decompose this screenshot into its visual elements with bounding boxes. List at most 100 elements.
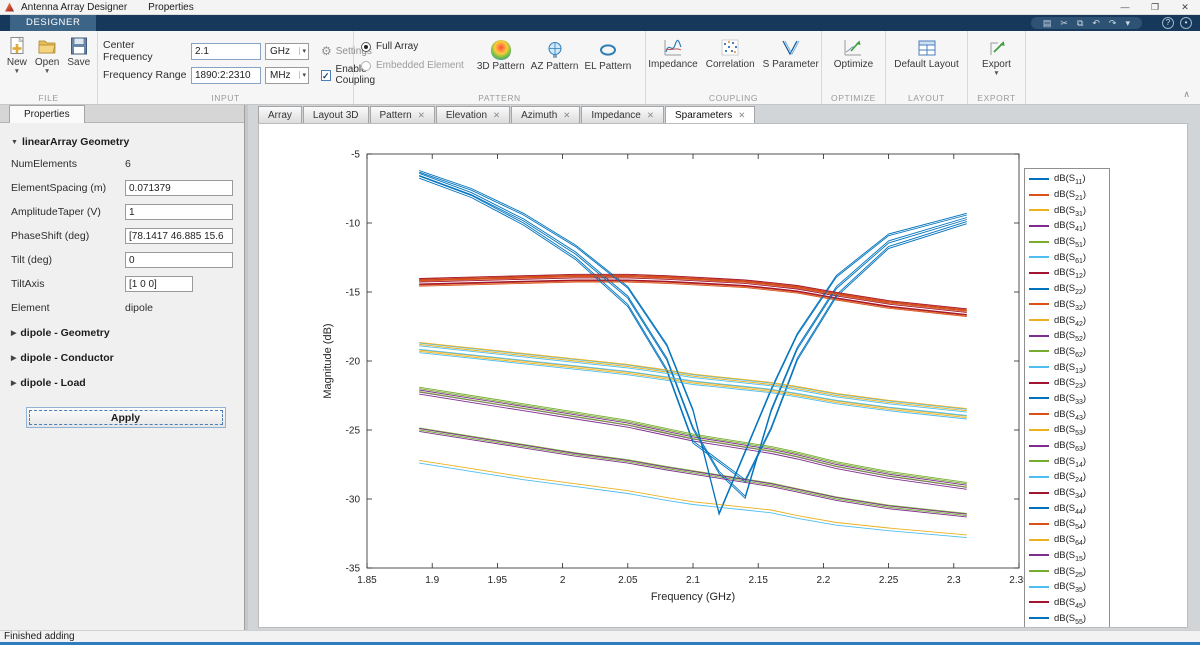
- unit-label: GHz: [270, 46, 290, 57]
- legend-entry-S11[interactable]: dB(S11): [1029, 171, 1105, 187]
- pattern-3d-icon: [491, 40, 511, 60]
- help-icon[interactable]: ?: [1162, 17, 1174, 29]
- legend-entry-S21[interactable]: dB(S21): [1029, 187, 1105, 203]
- section-dipole-conductor[interactable]: ▶dipole - Conductor: [11, 345, 240, 370]
- close-icon[interactable]: ✕: [1170, 0, 1200, 15]
- qa-more-icon[interactable]: ▾: [1125, 17, 1130, 29]
- x-tick-label: 1.9: [425, 575, 439, 586]
- status-bar: Finished adding: [0, 630, 1200, 642]
- legend-entry-S63[interactable]: dB(S63): [1029, 438, 1105, 454]
- save-button[interactable]: Save: [64, 34, 93, 74]
- legend-entry-S33[interactable]: dB(S33): [1029, 391, 1105, 407]
- properties-tab-bar: Properties: [0, 105, 244, 123]
- apply-button[interactable]: Apply: [26, 407, 226, 428]
- lineararray-geometry-header[interactable]: ▼ linearArray Geometry: [11, 132, 240, 152]
- tab-properties[interactable]: Properties: [9, 105, 85, 123]
- legend-entry-S55[interactable]: dB(S55): [1029, 610, 1105, 626]
- qa-save-icon[interactable]: ▤: [1043, 17, 1052, 29]
- tab-elevation[interactable]: Elevation✕: [436, 106, 510, 123]
- property-input[interactable]: [125, 204, 233, 220]
- tab-azimuth[interactable]: Azimuth✕: [511, 106, 580, 123]
- section-dipole-geometry[interactable]: ▶dipole - Geometry: [11, 320, 240, 345]
- tab-designer[interactable]: DESIGNER: [10, 15, 96, 31]
- optimize-button[interactable]: Optimize: [831, 36, 876, 70]
- tab-sparameters[interactable]: Sparameters✕: [665, 106, 755, 123]
- property-input[interactable]: [125, 252, 233, 268]
- tab-layout-3d[interactable]: Layout 3D: [303, 106, 369, 123]
- legend-entry-S64[interactable]: dB(S64): [1029, 532, 1105, 548]
- center-frequency-unit-select[interactable]: GHz ▾: [265, 43, 309, 60]
- legend-entry-S62[interactable]: dB(S62): [1029, 344, 1105, 360]
- legend-label: dB(S41): [1054, 220, 1086, 231]
- legend-entry-S51[interactable]: dB(S51): [1029, 234, 1105, 250]
- minimize-icon[interactable]: —: [1110, 0, 1140, 15]
- default-layout-button[interactable]: Default Layout: [891, 36, 962, 70]
- legend-entry-S25[interactable]: dB(S25): [1029, 563, 1105, 579]
- tab-close-icon[interactable]: ✕: [418, 110, 425, 121]
- qa-cut-icon[interactable]: ✂: [1060, 17, 1068, 29]
- frequency-range-input[interactable]: [191, 67, 261, 84]
- correlation-button[interactable]: Correlation: [703, 36, 758, 70]
- legend-entry-S22[interactable]: dB(S22): [1029, 281, 1105, 297]
- center-frequency-input[interactable]: [191, 43, 261, 60]
- y-axis-label: Magnitude (dB): [322, 323, 334, 398]
- legend-entry-S44[interactable]: dB(S44): [1029, 500, 1105, 516]
- property-input[interactable]: [125, 180, 233, 196]
- tab-array[interactable]: Array: [258, 106, 302, 123]
- tab-label: Layout 3D: [313, 110, 359, 121]
- legend-line-swatch: [1029, 586, 1049, 588]
- tab-close-icon[interactable]: ✕: [738, 110, 745, 121]
- legend-entry-S14[interactable]: dB(S14): [1029, 453, 1105, 469]
- legend-entry-S53[interactable]: dB(S53): [1029, 422, 1105, 438]
- plot-legend: dB(S11)dB(S21)dB(S31) dB(S41) dB(S51) dB(S6…: [1024, 168, 1110, 628]
- embedded-element-radio[interactable]: Embedded Element: [361, 60, 464, 71]
- qa-copy-icon[interactable]: ⧉: [1077, 17, 1083, 29]
- frequency-range-unit-select[interactable]: MHz ▾: [265, 67, 309, 84]
- legend-entry-S23[interactable]: dB(S23): [1029, 375, 1105, 391]
- tab-close-icon[interactable]: ✕: [647, 110, 654, 121]
- az-pattern-button[interactable]: AZ Pattern: [528, 38, 582, 72]
- s-parameter-button[interactable]: S Parameter: [760, 36, 822, 70]
- legend-entry-S65[interactable]: dB(S65): [1029, 626, 1105, 628]
- legend-entry-S43[interactable]: dB(S43): [1029, 406, 1105, 422]
- legend-entry-S31[interactable]: dB(S31): [1029, 202, 1105, 218]
- export-button[interactable]: Export ▼: [979, 36, 1014, 76]
- legend-entry-S32[interactable]: dB(S32): [1029, 297, 1105, 313]
- legend-entry-S42[interactable]: dB(S42): [1029, 312, 1105, 328]
- legend-entry-S34[interactable]: dB(S34): [1029, 485, 1105, 501]
- tab-close-icon[interactable]: ✕: [493, 110, 500, 121]
- qa-redo-icon[interactable]: ↷: [1109, 17, 1117, 29]
- legend-entry-S41[interactable]: dB(S41): [1029, 218, 1105, 234]
- tab-close-icon[interactable]: ✕: [563, 110, 570, 121]
- collapse-ribbon-icon[interactable]: ∧: [1183, 89, 1190, 100]
- legend-entry-S24[interactable]: dB(S24): [1029, 469, 1105, 485]
- el-pattern-button[interactable]: EL Pattern: [581, 38, 634, 72]
- property-input[interactable]: [125, 228, 233, 244]
- section-dipole-load[interactable]: ▶dipole - Load: [11, 370, 240, 395]
- legend-label: dB(S61): [1054, 252, 1086, 263]
- properties-rows: NumElements6ElementSpacing (m)AmplitudeT…: [11, 152, 240, 320]
- legend-entry-S12[interactable]: dB(S12): [1029, 265, 1105, 281]
- property-input[interactable]: [125, 276, 193, 292]
- legend-line-swatch: [1029, 272, 1049, 274]
- legend-label: dB(S15): [1054, 550, 1086, 561]
- pattern-3d-button[interactable]: 3D Pattern: [474, 38, 528, 72]
- tab-impedance[interactable]: Impedance✕: [581, 106, 664, 123]
- legend-entry-S35[interactable]: dB(S35): [1029, 579, 1105, 595]
- impedance-button[interactable]: Impedance: [645, 36, 700, 70]
- legend-line-swatch: [1029, 241, 1049, 243]
- chevron-down-icon: ▼: [14, 69, 20, 74]
- full-array-radio[interactable]: Full Array: [361, 41, 464, 52]
- legend-entry-S52[interactable]: dB(S52): [1029, 328, 1105, 344]
- legend-entry-S15[interactable]: dB(S15): [1029, 548, 1105, 564]
- tab-pattern[interactable]: Pattern✕: [370, 106, 435, 123]
- qa-undo-icon[interactable]: ↶: [1092, 17, 1100, 29]
- new-button[interactable]: New ▼: [4, 34, 30, 74]
- account-icon[interactable]: •: [1180, 17, 1192, 29]
- legend-entry-S45[interactable]: dB(S45): [1029, 595, 1105, 611]
- open-button[interactable]: Open ▼: [32, 34, 62, 74]
- legend-entry-S61[interactable]: dB(S61): [1029, 249, 1105, 265]
- legend-entry-S13[interactable]: dB(S13): [1029, 359, 1105, 375]
- legend-entry-S54[interactable]: dB(S54): [1029, 516, 1105, 532]
- maximize-icon[interactable]: ❐: [1140, 0, 1170, 15]
